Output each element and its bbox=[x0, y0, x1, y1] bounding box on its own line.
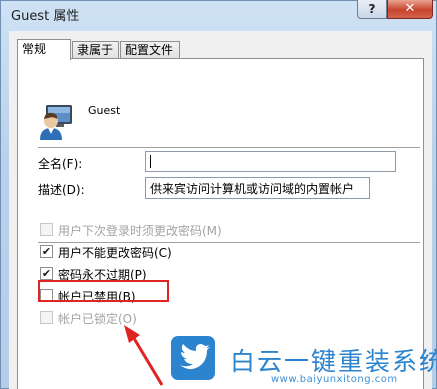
separator bbox=[38, 242, 420, 243]
fullname-label: 全名(F): bbox=[38, 157, 83, 171]
tab-general[interactable]: 常规 bbox=[17, 39, 71, 60]
properties-window: Guest 属性 ? ✕ 常规 隶属于 配置文件 Guest 全名(F): 描述… bbox=[0, 0, 437, 389]
separator bbox=[38, 147, 420, 148]
tab-member-of[interactable]: 隶属于 bbox=[72, 41, 119, 59]
user-account-icon bbox=[40, 105, 72, 140]
checkbox-box[interactable] bbox=[40, 223, 53, 236]
watermark-title: 白云一键重装系统 bbox=[230, 347, 437, 376]
twitter-bird-icon bbox=[171, 336, 215, 380]
checkbox-label: 用户下次登录时须更改密码(M) bbox=[58, 224, 222, 238]
description-label: 描述(D): bbox=[38, 183, 85, 197]
description-value: 供来宾访问计算机或访问域的内置帐户 bbox=[150, 182, 355, 196]
highlight-box bbox=[38, 280, 169, 302]
fullname-input[interactable] bbox=[145, 151, 396, 172]
user-name: Guest bbox=[88, 104, 121, 117]
close-button[interactable]: ✕ bbox=[387, 0, 433, 19]
description-input[interactable]: 供来宾访问计算机或访问域的内置帐户 bbox=[145, 177, 370, 199]
checkbox-box[interactable] bbox=[40, 311, 53, 324]
title-bar[interactable]: Guest 属性 ? ✕ bbox=[1, 0, 437, 27]
watermark: 白云一键重装系统 www.baiyunxitong.com bbox=[170, 335, 437, 389]
window-title: Guest 属性 bbox=[11, 9, 80, 24]
checkbox-box[interactable]: ✔ bbox=[40, 267, 53, 280]
text-caret bbox=[150, 155, 151, 168]
watermark-url: www.baiyunxitong.com bbox=[271, 374, 398, 385]
checkbox-box[interactable]: ✔ bbox=[40, 245, 53, 258]
tab-profile[interactable]: 配置文件 bbox=[120, 41, 180, 59]
checkbox-label: 用户不能更改密码(C) bbox=[58, 246, 172, 260]
help-button[interactable]: ? bbox=[357, 0, 387, 19]
pointer-arrow-icon bbox=[124, 325, 164, 386]
